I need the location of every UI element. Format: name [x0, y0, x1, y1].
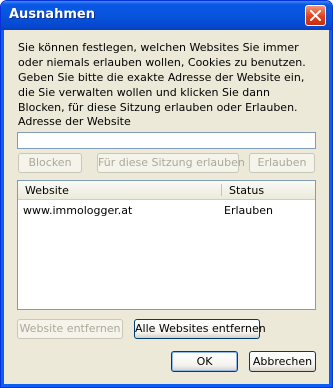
remove-all-sites-button[interactable]: Alle Websites entfernen — [134, 319, 266, 339]
allow-button[interactable]: Erlauben — [249, 153, 315, 173]
window-title: Ausnahmen — [9, 7, 95, 22]
dialog-body: Sie können festlegen, welchen Websites S… — [4, 30, 329, 386]
column-divider[interactable] — [221, 184, 222, 196]
remove-site-button[interactable]: Website entfernen — [17, 319, 123, 339]
block-button[interactable]: Blocken — [18, 153, 82, 173]
table-row[interactable]: www.immologger.at Erlauben — [18, 203, 315, 219]
column-header-status[interactable]: Status — [229, 184, 264, 197]
exceptions-table[interactable]: Website Status www.immologger.at Erlaube… — [17, 180, 316, 310]
row-website: www.immologger.at — [23, 204, 133, 217]
cancel-button[interactable]: Abbrechen — [249, 351, 316, 372]
row-status: Erlauben — [224, 204, 273, 217]
allow-session-button[interactable]: Für diese Sitzung erlauben — [97, 153, 245, 173]
close-button[interactable] — [305, 5, 326, 26]
title-bar[interactable]: Ausnahmen — [1, 1, 332, 30]
exceptions-dialog: Ausnahmen Sie können festlegen, welchen … — [0, 0, 333, 388]
site-address-input[interactable] — [17, 132, 316, 149]
table-header: Website Status — [18, 181, 315, 200]
column-header-website[interactable]: Website — [25, 184, 69, 197]
site-address-label: Adresse der Website — [18, 115, 131, 128]
close-icon — [310, 10, 321, 21]
window-bottom-border — [1, 384, 332, 387]
intro-text: Sie können festlegen, welchen Websites S… — [18, 41, 306, 114]
ok-button[interactable]: OK — [171, 351, 238, 372]
